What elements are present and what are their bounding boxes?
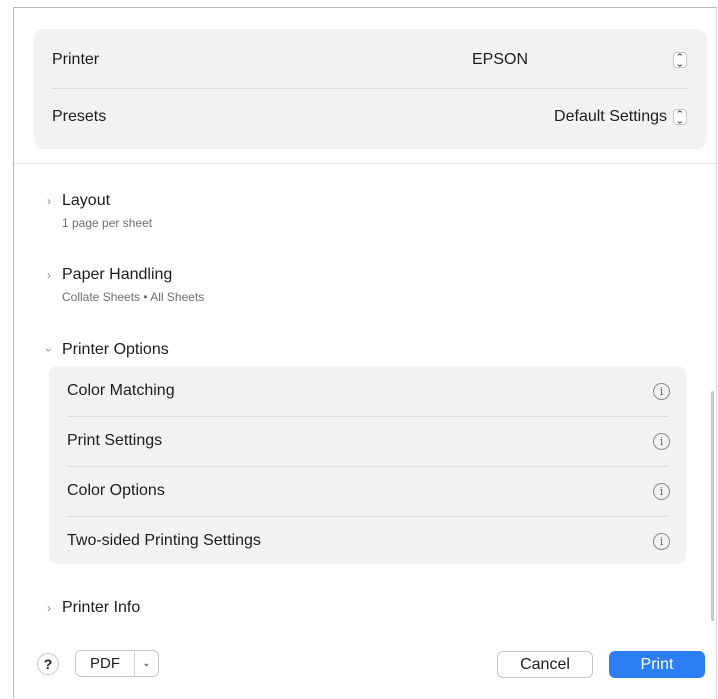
bottom-bar: ? PDF ⌄ Cancel Print [14,645,716,685]
presets-row[interactable]: Presets Default Settings ⌃ ⌃ [52,89,693,145]
layout-section[interactable]: › Layout 1 page per sheet [42,192,152,230]
option-label: Color Matching [67,382,175,399]
scrollbar[interactable] [711,391,714,621]
printer-options-panel: Color Matching i Print Settings i Color … [49,366,686,564]
presets-label: Presets [52,108,107,125]
paper-handling-section[interactable]: › Paper Handling Collate Sheets • All Sh… [42,266,204,304]
help-button[interactable]: ? [37,653,59,675]
chevron-right-icon[interactable]: › [42,194,56,208]
chevron-down-icon[interactable]: › [42,343,56,357]
option-label: Two-sided Printing Settings [67,532,261,549]
option-label: Print Settings [67,432,163,449]
chevron-down-icon[interactable]: ⌄ [135,658,158,669]
printer-presets-panel: Printer EPSON ⌃ ⌃ Presets Default Setting… [34,29,707,149]
option-label: Color Options [67,482,165,499]
printer-select-stepper-icon[interactable]: ⌃ ⌃ [673,52,687,68]
chevron-right-icon[interactable]: › [42,268,56,282]
list-item-color-options[interactable]: Color Options i [67,466,670,516]
printer-options-title[interactable]: Printer Options [62,341,169,359]
pdf-menu-button[interactable]: PDF ⌄ [75,650,159,677]
paper-handling-subtitle: Collate Sheets • All Sheets [62,290,205,304]
info-icon[interactable]: i [653,532,670,550]
presets-select-value[interactable]: Default Settings [554,108,667,126]
layout-subtitle: 1 page per sheet [62,216,153,230]
print-button[interactable]: Print [609,651,705,678]
chevron-right-icon[interactable]: › [42,601,56,615]
printer-label: Printer [52,51,100,68]
info-icon[interactable]: i [653,382,670,400]
section-separator [14,163,716,164]
printer-info-title[interactable]: Printer Info [62,599,140,617]
layout-title[interactable]: Layout [62,192,110,210]
printer-options-section[interactable]: › Printer Options [42,341,169,359]
info-icon[interactable]: i [653,482,670,500]
pdf-label[interactable]: PDF [76,655,134,672]
printer-row[interactable]: Printer EPSON ⌃ ⌃ [52,32,693,88]
printer-info-section[interactable]: › Printer Info [42,599,140,617]
printer-select-value[interactable]: EPSON [472,51,528,69]
paper-handling-title[interactable]: Paper Handling [62,266,172,284]
cancel-button[interactable]: Cancel [497,651,593,678]
list-item-two-sided-printing[interactable]: Two-sided Printing Settings i [67,516,670,566]
presets-select-stepper-icon[interactable]: ⌃ ⌃ [673,109,687,125]
list-item-color-matching[interactable]: Color Matching i [67,366,670,416]
print-dialog: Printer EPSON ⌃ ⌃ Presets Default Setting… [13,7,717,698]
info-icon[interactable]: i [653,432,670,450]
list-item-print-settings[interactable]: Print Settings i [67,416,670,466]
